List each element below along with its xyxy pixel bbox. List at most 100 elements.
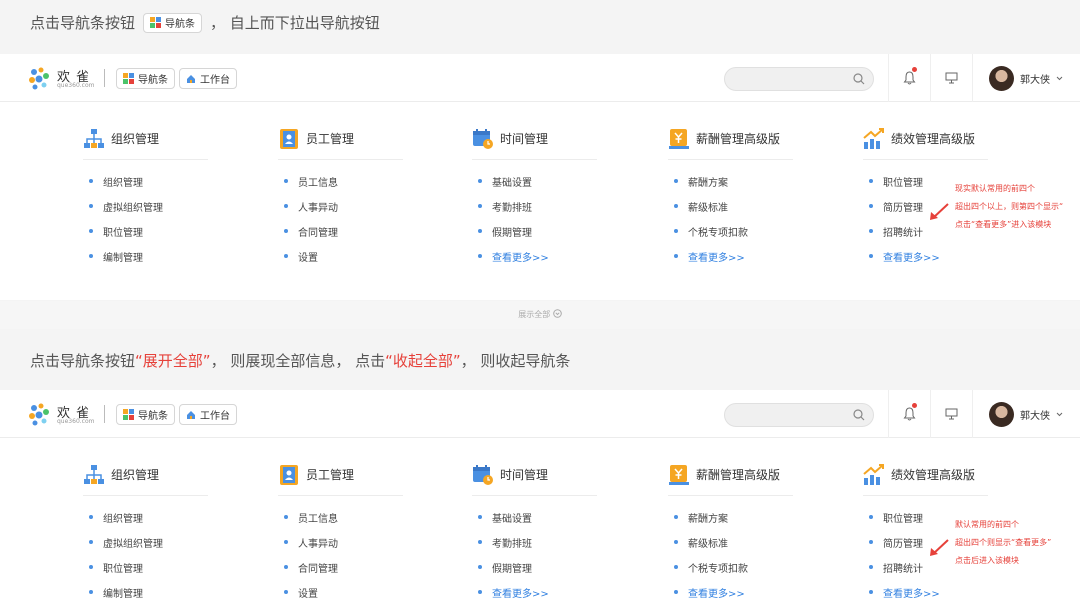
- employee-icon: [280, 129, 298, 149]
- org-icon: [84, 129, 104, 148]
- module-header[interactable]: 绩效管理高级版: [863, 464, 988, 496]
- see-more-link[interactable]: 查看更多>>: [869, 585, 940, 600]
- note-line: 点击后进入该模块: [955, 556, 1019, 565]
- workbench-label: 工作台: [200, 75, 230, 86]
- module-item[interactable]: 简历管理: [869, 535, 923, 550]
- calendar-icon: [473, 129, 493, 149]
- nav-panel-2: 欢雀 que360.com 导航条 工作台 郭大侠 组织管理 组织管理 虚拟组织…: [0, 390, 1080, 606]
- caption-nav-chip: 导航条: [143, 12, 203, 33]
- module-item[interactable]: 个税专项扣款: [674, 560, 748, 575]
- module-header[interactable]: 薪酬管理高级版: [668, 128, 793, 160]
- module-header[interactable]: 时间管理: [472, 464, 597, 496]
- module-item[interactable]: 招聘统计: [869, 560, 923, 575]
- module-item[interactable]: 人事异动: [284, 199, 338, 214]
- see-more-link[interactable]: 查看更多>>: [478, 249, 549, 264]
- module-title: 绩效管理高级版: [891, 132, 976, 146]
- module-header[interactable]: 组织管理: [83, 464, 208, 496]
- module-item[interactable]: 编制管理: [89, 585, 143, 600]
- workbench-label: 工作台: [200, 411, 230, 422]
- note-line: 点击“查看更多”进入该模块: [955, 220, 1052, 229]
- caption-middle: 点击导航条按钮 “展开全部” ， 则展现全部信息， 点击 “收起全部” ， 则收…: [30, 350, 570, 371]
- module-item[interactable]: 职位管理: [89, 560, 143, 575]
- module-item[interactable]: 员工信息: [284, 174, 338, 189]
- module-item[interactable]: 假期管理: [478, 224, 532, 239]
- notification-button[interactable]: [888, 390, 930, 438]
- module-title: 组织管理: [111, 468, 160, 482]
- module-header[interactable]: 时间管理: [472, 128, 597, 160]
- logo[interactable]: 欢雀 que360.com: [26, 64, 96, 94]
- module-title: 时间管理: [500, 132, 549, 146]
- module-item[interactable]: 设置: [284, 249, 318, 264]
- calendar-icon: [473, 465, 493, 485]
- user-name: 郭大侠: [1020, 410, 1050, 422]
- module-item[interactable]: 人事异动: [284, 535, 338, 550]
- avatar: [989, 65, 1014, 91]
- see-more-link[interactable]: 查看更多>>: [674, 585, 745, 600]
- annotation-note: 默认常用的前四个 超出四个则显示“查看更多” 点击后进入该模块: [955, 516, 1051, 570]
- see-more-link[interactable]: 查看更多>>: [674, 249, 745, 264]
- logo[interactable]: 欢雀 que360.com: [26, 400, 96, 430]
- module-item[interactable]: 设置: [284, 585, 318, 600]
- module-item[interactable]: 薪酬方案: [674, 510, 728, 525]
- module-item[interactable]: 个税专项扣款: [674, 224, 748, 239]
- performance-icon: [863, 128, 884, 149]
- caption-chip-label: 导航条: [165, 19, 196, 30]
- module-item[interactable]: 合同管理: [284, 224, 338, 239]
- workbench-button[interactable]: 工作台: [179, 404, 237, 425]
- module-item[interactable]: 基础设置: [478, 174, 532, 189]
- home-icon: [187, 410, 195, 419]
- module-item[interactable]: 薪酬方案: [674, 174, 728, 189]
- workbench-button[interactable]: 工作台: [179, 68, 237, 89]
- chevron-down-circle-icon: [552, 309, 562, 318]
- bird-logo-icon: [29, 67, 49, 90]
- monitor-icon: [945, 408, 958, 420]
- note-line: 现实默认常用的前四个: [955, 184, 1035, 193]
- see-more-link[interactable]: 查看更多>>: [478, 585, 549, 600]
- caption-rest: ， 自上而下拉出导航按钮: [210, 14, 380, 32]
- logo-sub: que360.com: [57, 418, 95, 425]
- module-header[interactable]: 员工管理: [278, 464, 403, 496]
- module-item[interactable]: 组织管理: [89, 174, 143, 189]
- annotation-note: 现实默认常用的前四个 超出四个以上，则第四个显示“ 点击“查看更多”进入该模块: [955, 180, 1063, 234]
- module-item[interactable]: 基础设置: [478, 510, 532, 525]
- top-header: 欢雀 que360.com 导航条 工作台 郭大侠: [0, 390, 1080, 438]
- nav-bar-button[interactable]: 导航条: [116, 404, 175, 425]
- monitor-button[interactable]: [930, 54, 972, 102]
- user-menu[interactable]: 郭大侠: [972, 54, 1063, 102]
- module-header[interactable]: 薪酬管理高级版: [668, 464, 793, 496]
- module-item[interactable]: 虚拟组织管理: [89, 199, 163, 214]
- module-header[interactable]: 员工管理: [278, 128, 403, 160]
- module-item[interactable]: 职位管理: [89, 224, 143, 239]
- notification-button[interactable]: [888, 54, 930, 102]
- module-item[interactable]: 薪级标准: [674, 199, 728, 214]
- module-item[interactable]: 编制管理: [89, 249, 143, 264]
- search-input[interactable]: [724, 67, 874, 91]
- module-item[interactable]: 组织管理: [89, 510, 143, 525]
- module-item[interactable]: 考勤排班: [478, 199, 532, 214]
- module-item[interactable]: 合同管理: [284, 560, 338, 575]
- grid-icon: [123, 73, 134, 84]
- module-item[interactable]: 考勤排班: [478, 535, 532, 550]
- module-header[interactable]: 组织管理: [83, 128, 208, 160]
- module-item[interactable]: 薪级标准: [674, 535, 728, 550]
- bell-icon: [903, 71, 916, 85]
- module-header[interactable]: 绩效管理高级版: [863, 128, 988, 160]
- module-item[interactable]: 职位管理: [869, 510, 923, 525]
- caption-text: ， 则收起导航条: [460, 352, 571, 370]
- module-item[interactable]: 招聘统计: [869, 224, 923, 239]
- home-icon: [187, 74, 195, 83]
- notification-dot: [912, 403, 917, 408]
- search-input[interactable]: [724, 403, 874, 427]
- module-item[interactable]: 员工信息: [284, 510, 338, 525]
- nav-bar-button[interactable]: 导航条: [116, 68, 175, 89]
- module-item[interactable]: 简历管理: [869, 199, 923, 214]
- module-item[interactable]: 假期管理: [478, 560, 532, 575]
- top-header: 欢雀 que360.com 导航条 工作台 郭大侠: [0, 54, 1080, 102]
- see-more-link[interactable]: 查看更多>>: [869, 249, 940, 264]
- monitor-icon: [945, 72, 958, 84]
- module-item[interactable]: 虚拟组织管理: [89, 535, 163, 550]
- expand-all-button[interactable]: 展示全部: [0, 301, 1080, 329]
- user-menu[interactable]: 郭大侠: [972, 390, 1063, 438]
- module-item[interactable]: 职位管理: [869, 174, 923, 189]
- monitor-button[interactable]: [930, 390, 972, 438]
